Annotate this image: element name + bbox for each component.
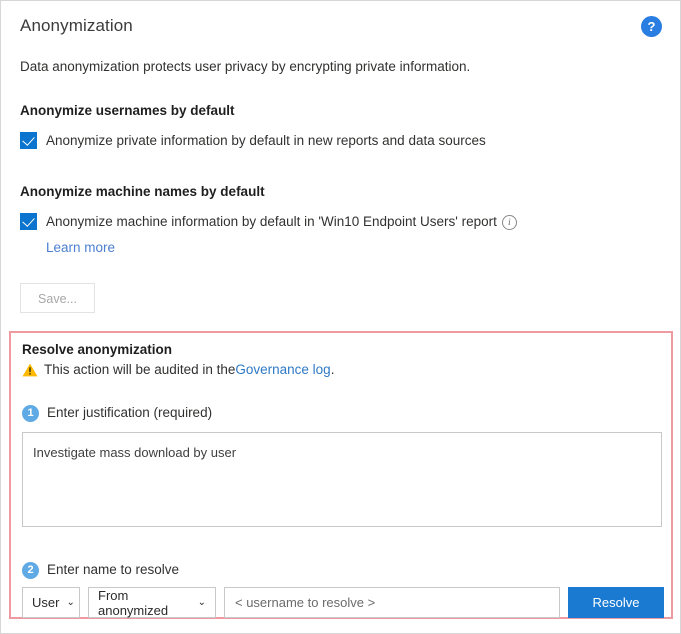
checkmark-icon (22, 214, 35, 227)
audit-text-after: . (331, 361, 335, 379)
governance-log-link[interactable]: Governance log (235, 361, 330, 379)
warning-triangle-icon (22, 363, 38, 377)
checkbox-label-text: Anonymize machine information by default… (46, 214, 497, 229)
name-to-resolve-input[interactable] (224, 587, 560, 618)
checkbox-anonymize-machines[interactable] (20, 213, 37, 230)
step-2-header: 2 Enter name to resolve (22, 561, 179, 579)
anonymize-usernames-checkbox-row[interactable]: Anonymize private information by default… (20, 131, 486, 150)
step-1-label: Enter justification (required) (47, 404, 212, 422)
learn-more-link[interactable]: Learn more (46, 239, 115, 257)
save-button[interactable]: Save... (20, 283, 95, 313)
info-icon[interactable]: i (502, 215, 517, 230)
checkmark-icon (22, 133, 35, 146)
checkbox-anonymize-usernames[interactable] (20, 132, 37, 149)
chevron-down-icon: ⌄ (66, 598, 74, 608)
justification-textarea[interactable] (22, 432, 662, 527)
resolve-direction-dropdown-value: From anonymized (98, 588, 191, 618)
checkbox-label-anonymize-usernames: Anonymize private information by default… (46, 131, 486, 150)
help-icon[interactable]: ? (641, 16, 662, 37)
resolve-anonymization-section: Resolve anonymization This action will b… (9, 331, 673, 619)
resolve-section-title: Resolve anonymization (22, 341, 172, 359)
resolve-controls-row: User ⌄ From anonymized ⌄ Resolve (22, 587, 664, 618)
section-heading-machine-names: Anonymize machine names by default (20, 183, 265, 201)
audit-text-before: This action will be audited in the (44, 361, 235, 379)
checkbox-label-anonymize-machines: Anonymize machine information by default… (46, 212, 517, 231)
anonymization-settings-panel: Anonymization ? Data anonymization prote… (0, 0, 681, 634)
step-2-label: Enter name to resolve (47, 561, 179, 579)
chevron-down-icon: ⌄ (198, 598, 206, 608)
entity-type-dropdown[interactable]: User ⌄ (22, 587, 80, 618)
intro-description: Data anonymization protects user privacy… (20, 58, 470, 76)
anonymize-machines-checkbox-row[interactable]: Anonymize machine information by default… (20, 212, 517, 231)
panel-header: Anonymization ? (20, 15, 662, 41)
entity-type-dropdown-value: User (32, 595, 59, 610)
step-1-badge: 1 (22, 405, 39, 422)
resolve-direction-dropdown[interactable]: From anonymized ⌄ (88, 587, 216, 618)
audit-notice: This action will be audited in the Gover… (22, 361, 334, 379)
section-heading-usernames: Anonymize usernames by default (20, 102, 235, 120)
resolve-button[interactable]: Resolve (568, 587, 664, 618)
step-2-badge: 2 (22, 562, 39, 579)
step-1-header: 1 Enter justification (required) (22, 404, 212, 422)
page-title: Anonymization (20, 15, 662, 37)
